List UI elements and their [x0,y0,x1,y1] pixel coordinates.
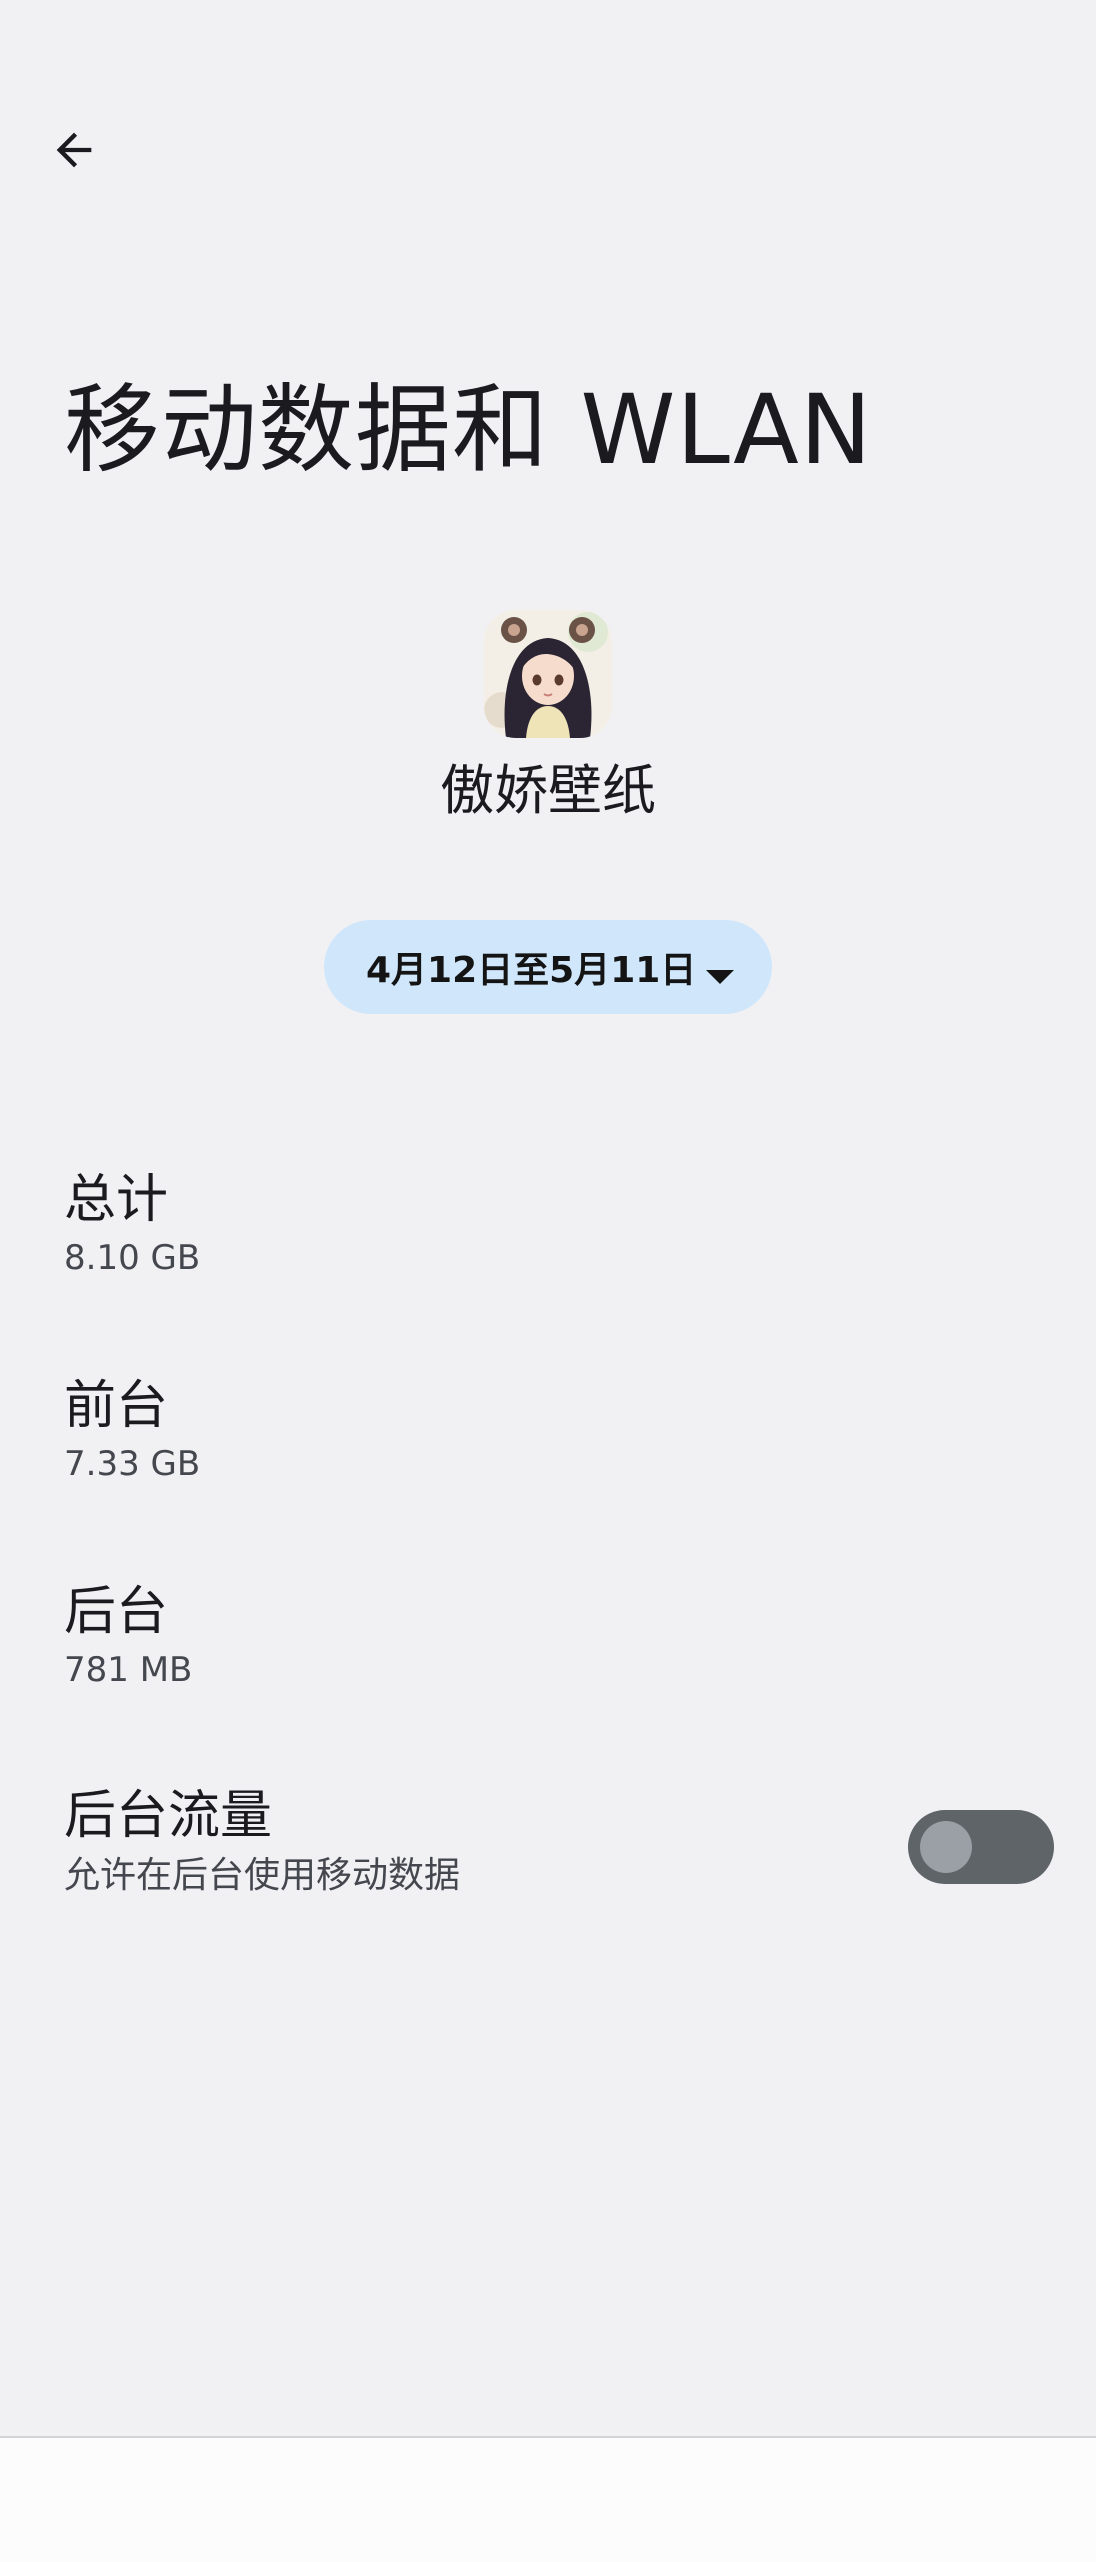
usage-total-label: 总计 [64,1170,169,1230]
date-range-label: 4月12日至5月11日 [366,950,697,991]
background-data-title: 后台流量 [64,1786,273,1846]
app-header: 傲娇壁纸 [0,610,1096,826]
usage-background: 后台 781 MB [64,1580,192,1692]
date-range-dropdown[interactable]: 4月12日至5月11日 [324,920,772,1014]
usage-foreground-value: 7.33 GB [64,1444,201,1484]
toggle-thumb [920,1821,972,1873]
usage-total-value: 8.10 GB [64,1238,201,1278]
usage-background-value: 781 MB [64,1650,193,1690]
dropdown-caret-icon [706,970,734,984]
arrow-back-icon [56,132,92,168]
background-data-row[interactable]: 后台流量 允许在后台使用移动数据 [0,1784,1096,1914]
app-icon [484,610,612,738]
bottom-navigation-area [0,2436,1096,2562]
background-data-text: 后台流量 允许在后台使用移动数据 [64,1784,460,1900]
background-data-subtitle: 允许在后台使用移动数据 [64,1855,461,1896]
usage-total: 总计 8.10 GB [64,1168,200,1280]
usage-foreground: 前台 7.33 GB [64,1374,200,1486]
background-data-toggle[interactable] [908,1810,1054,1884]
usage-background-label: 后台 [64,1582,169,1642]
back-button[interactable] [34,110,114,190]
usage-foreground-label: 前台 [64,1376,169,1436]
page-title: 移动数据和 WLAN [64,374,873,486]
app-name: 傲娇壁纸 [440,759,656,822]
